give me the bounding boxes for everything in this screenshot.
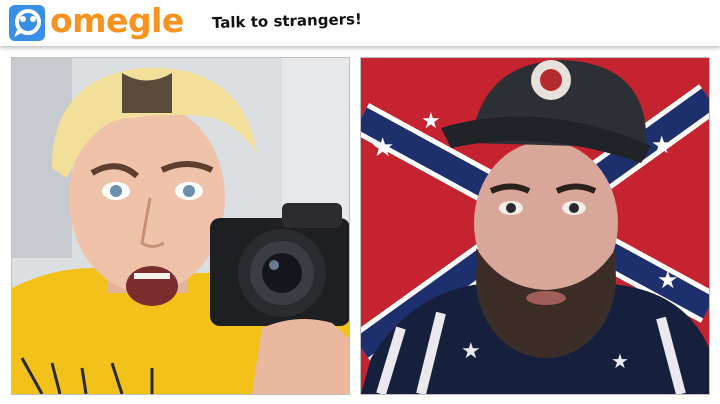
logo-wordmark[interactable]: omegle	[50, 1, 184, 41]
omegle-logo-icon[interactable]	[8, 4, 46, 42]
svg-text:★: ★	[371, 133, 394, 163]
svg-text:★: ★	[651, 131, 673, 159]
svg-text:★: ★	[421, 109, 441, 134]
self-video-feed	[11, 57, 350, 395]
app-header: omegle Talk to strangers!	[0, 0, 720, 46]
site-tagline: Talk to strangers!	[211, 10, 363, 32]
stranger-video-feed: ★ ★ ★ ★ ★ ★	[360, 57, 710, 395]
svg-text:★: ★	[657, 266, 679, 294]
svg-text:★: ★	[611, 349, 629, 373]
svg-text:★: ★	[461, 339, 481, 364]
